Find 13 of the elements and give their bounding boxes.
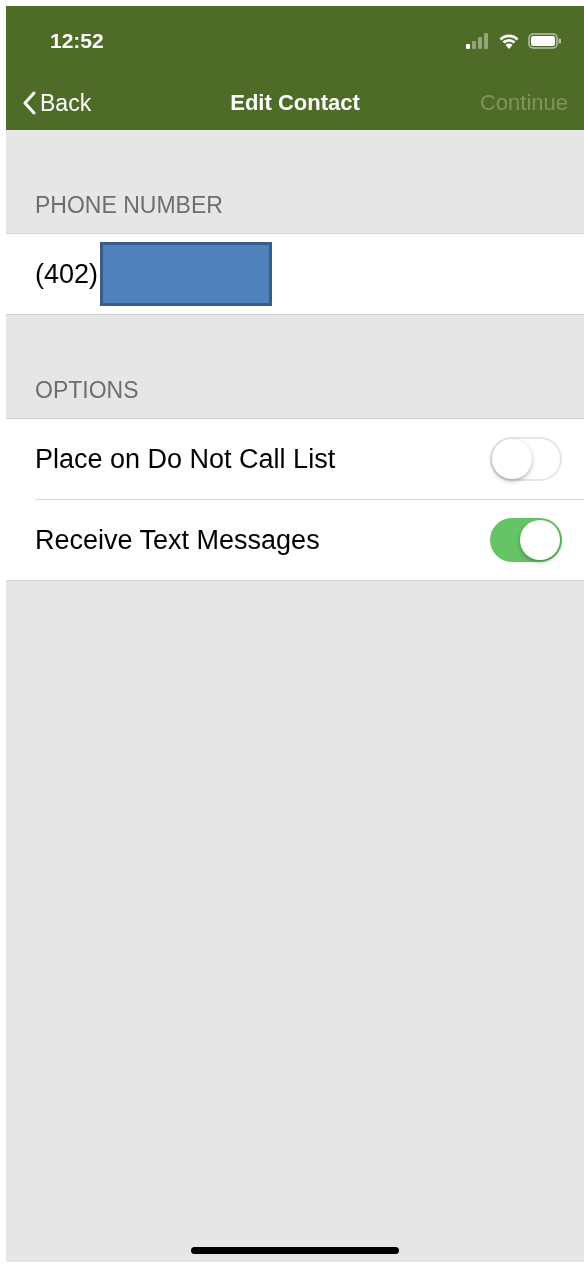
section-header: OPTIONS <box>35 377 139 404</box>
toggle-switch[interactable] <box>490 518 562 562</box>
signal-icon <box>466 33 490 49</box>
section-header: PHONE NUMBER <box>35 192 223 219</box>
phone-number: (402) <box>35 258 99 290</box>
battery-icon <box>528 33 562 49</box>
status-time: 12:52 <box>50 29 104 53</box>
chevron-left-icon <box>22 91 36 115</box>
screen-title: Edit Contact <box>230 90 360 115</box>
back-button[interactable]: Back <box>22 89 92 117</box>
option-label: Receive Text Messages <box>35 524 320 556</box>
wifi-icon <box>498 33 520 49</box>
option-label: Place on Do Not Call List <box>35 443 336 475</box>
